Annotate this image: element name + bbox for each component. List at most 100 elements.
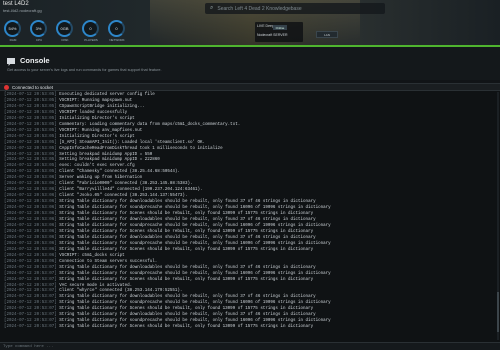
log-timestamp: [2024-07-12 20:53:07]: [4, 301, 57, 306]
log-timestamp: [2024-07-12 20:53:05]: [4, 128, 57, 133]
log-message: exec: couldn't exec server.cfg: [59, 164, 135, 169]
connection-status-icon: [4, 85, 9, 90]
server-host: test-l4d2.nodecraft.gg: [3, 8, 42, 13]
network-label: NETWORK: [109, 38, 125, 42]
log-timestamp: [2024-07-12 20:53:07]: [4, 277, 57, 282]
log-timestamp: [2024-07-12 20:53:07]: [4, 265, 57, 270]
log-timestamp: [2024-07-12 20:53:06]: [4, 182, 57, 187]
connection-bar: Connected to socket: [0, 83, 500, 91]
log-timestamp: [2024-07-12 20:53:06]: [4, 235, 57, 240]
log-timestamp: [2024-07-12 20:53:07]: [4, 283, 57, 288]
log-timestamp: [2024-07-12 20:53:07]: [4, 319, 57, 324]
log-message: String Table dictionary for soundprecach…: [59, 319, 331, 324]
log-timestamp: [2024-07-12 20:53:06]: [4, 253, 57, 258]
log-timestamp: [2024-07-12 20:53:05]: [4, 140, 57, 145]
disk-label: DISK: [61, 38, 69, 42]
log-message: Client "Jsoko.05" connected (38.253.144.…: [59, 194, 188, 199]
disk-value: 0GB: [60, 26, 69, 31]
log-timestamp: [2024-07-12 20:53:05]: [4, 104, 57, 109]
log-message: Client "Chamesky" connected (38.25.44.68…: [59, 170, 180, 175]
log-timestamp: [2024-07-12 20:53:06]: [4, 206, 57, 211]
log-message: Commentary: Loading commentary data from…: [59, 122, 241, 127]
page-subtitle: Get access to your server's live logs an…: [7, 68, 162, 72]
log-message: String Table dictionary for soundprecach…: [59, 271, 331, 276]
log-timestamp: [2024-07-12 20:53:05]: [4, 134, 57, 139]
log-timestamp: [2024-07-12 20:53:06]: [4, 194, 57, 199]
log-message: String Table dictionary for soundprecach…: [59, 241, 331, 246]
search-icon: ⌕: [210, 5, 214, 11]
log-message: Client "whyrce" connected (38.253.144.17…: [59, 289, 183, 294]
log-message: String Table dictionary for downloadable…: [59, 265, 316, 270]
log-message: String Table dictionary for downloadable…: [59, 295, 316, 300]
lan-button[interactable]: LAN: [316, 31, 338, 38]
log-timestamp: [2024-07-12 20:53:07]: [4, 289, 57, 294]
log-timestamp: [2024-07-12 20:53:06]: [4, 212, 57, 217]
log-message: String Table dictionary for Scenes shoul…: [59, 212, 314, 217]
log-message: String Table dictionary for soundprecach…: [59, 223, 331, 228]
log-timestamp: [2024-07-12 20:53:06]: [4, 259, 57, 264]
log-timestamp: [2024-07-12 20:53:05]: [4, 110, 57, 115]
server-name: test L4D2: [3, 1, 29, 7]
network-gauge: 0: [108, 20, 125, 37]
log-message: Client "Barryvillle4d" connected (190.23…: [59, 188, 203, 193]
page-title: Console: [20, 56, 50, 65]
page-header: [0, 47, 500, 80]
log-line: [2024-07-12 20:53:07] String Table dicti…: [4, 325, 496, 331]
log-timestamp: [2024-07-12 20:53:06]: [4, 247, 57, 252]
log-scrollbar[interactable]: [497, 92, 499, 340]
disk-gauge: 0GB: [56, 20, 73, 37]
log-timestamp: [2024-07-12 20:53:06]: [4, 176, 57, 181]
log-message: String Table dictionary for Scenes shoul…: [59, 277, 314, 282]
log-message: VSCRIPT: c5m1_docks script: [59, 253, 125, 258]
cpu-gauge: 3%: [30, 20, 47, 37]
log-message: String Table dictionary for downloadable…: [59, 200, 316, 205]
log-message: Client "Fabricio0000" connected (38.253.…: [59, 182, 193, 187]
ram-label: RAM: [9, 38, 17, 42]
log-message: String Table dictionary for Scenes shoul…: [59, 229, 314, 234]
status-badge: Online: [273, 25, 287, 30]
log-message: VSCRIPT loaded successfully: [59, 110, 128, 115]
log-message: VSCRIPT: Running anv_mapfixes.nut: [59, 128, 143, 133]
log-message: String Table dictionary for downloadable…: [59, 218, 316, 223]
log-message: CSpawnScriptBridge initializing...: [59, 104, 145, 109]
top-banner: test L4D2 test-l4d2.nodecraft.gg 54% RAM…: [0, 0, 500, 47]
cpu-value: 3%: [35, 26, 42, 31]
log-message: String Table dictionary for soundprecach…: [59, 206, 331, 211]
log-message: String Table dictionary for Scenes shoul…: [59, 247, 314, 252]
ram-value: 54%: [8, 26, 17, 31]
search-input[interactable]: ⌕ Search Left 4 Dead 2 Knowledgebase: [205, 3, 385, 14]
players-label: PLAYERS: [84, 38, 98, 42]
log-message: String Table dictionary for soundprecach…: [59, 301, 331, 306]
log-message: Initializing Director's script: [59, 134, 135, 139]
log-message: Executing dedicated server config file: [59, 93, 155, 97]
log-timestamp: [2024-07-12 20:53:07]: [4, 313, 57, 318]
log-message: String Table dictionary for downloadable…: [59, 235, 316, 240]
log-timestamp: [2024-07-12 20:53:05]: [4, 122, 57, 127]
log-message: Server waking up from hibernation: [59, 176, 143, 181]
log-timestamp: [2024-07-12 20:53:05]: [4, 116, 57, 121]
ram-gauge: 54%: [4, 20, 21, 37]
log-message: Setting breakpad minidump AppID = 222860: [59, 158, 160, 163]
scrollbar-thumb[interactable]: [497, 292, 499, 332]
log-timestamp: [2024-07-12 20:53:05]: [4, 146, 57, 151]
log-timestamp: [2024-07-12 20:53:06]: [4, 223, 57, 228]
log-timestamp: [2024-07-12 20:53:07]: [4, 271, 57, 276]
search-placeholder: Search Left 4 Dead 2 Knowledgebase: [217, 5, 302, 12]
command-input[interactable]: Type command here ...: [0, 342, 500, 350]
cpu-label: CPU: [35, 38, 43, 42]
info-line-2: Nodecraft SERVER: [257, 33, 288, 37]
log-message: [S_API] SteamAPI_Init(): Loaded local 's…: [59, 140, 206, 145]
log-message: String Table dictionary for Scenes shoul…: [59, 307, 314, 312]
log-message: String Table dictionary for downloadable…: [59, 313, 316, 318]
log-message: CAppInfoCacheReadFromDiskThread took 1 m…: [59, 146, 223, 151]
log-timestamp: [2024-07-12 20:53:05]: [4, 98, 57, 103]
log-timestamp: [2024-07-12 20:53:05]: [4, 158, 57, 163]
log-timestamp: [2024-07-12 20:53:05]: [4, 152, 57, 157]
log-message: Initializing Director's script: [59, 116, 135, 121]
console-log[interactable]: [2024-07-12 20:53:05] Executing dedicate…: [0, 91, 500, 342]
log-timestamp: [2024-07-12 20:53:07]: [4, 307, 57, 312]
players-value: 0: [89, 26, 92, 31]
log-timestamp: [2024-07-12 20:53:06]: [4, 200, 57, 205]
connection-status: Connected to socket: [12, 84, 54, 90]
log-timestamp: [2024-07-12 20:53:06]: [4, 218, 57, 223]
